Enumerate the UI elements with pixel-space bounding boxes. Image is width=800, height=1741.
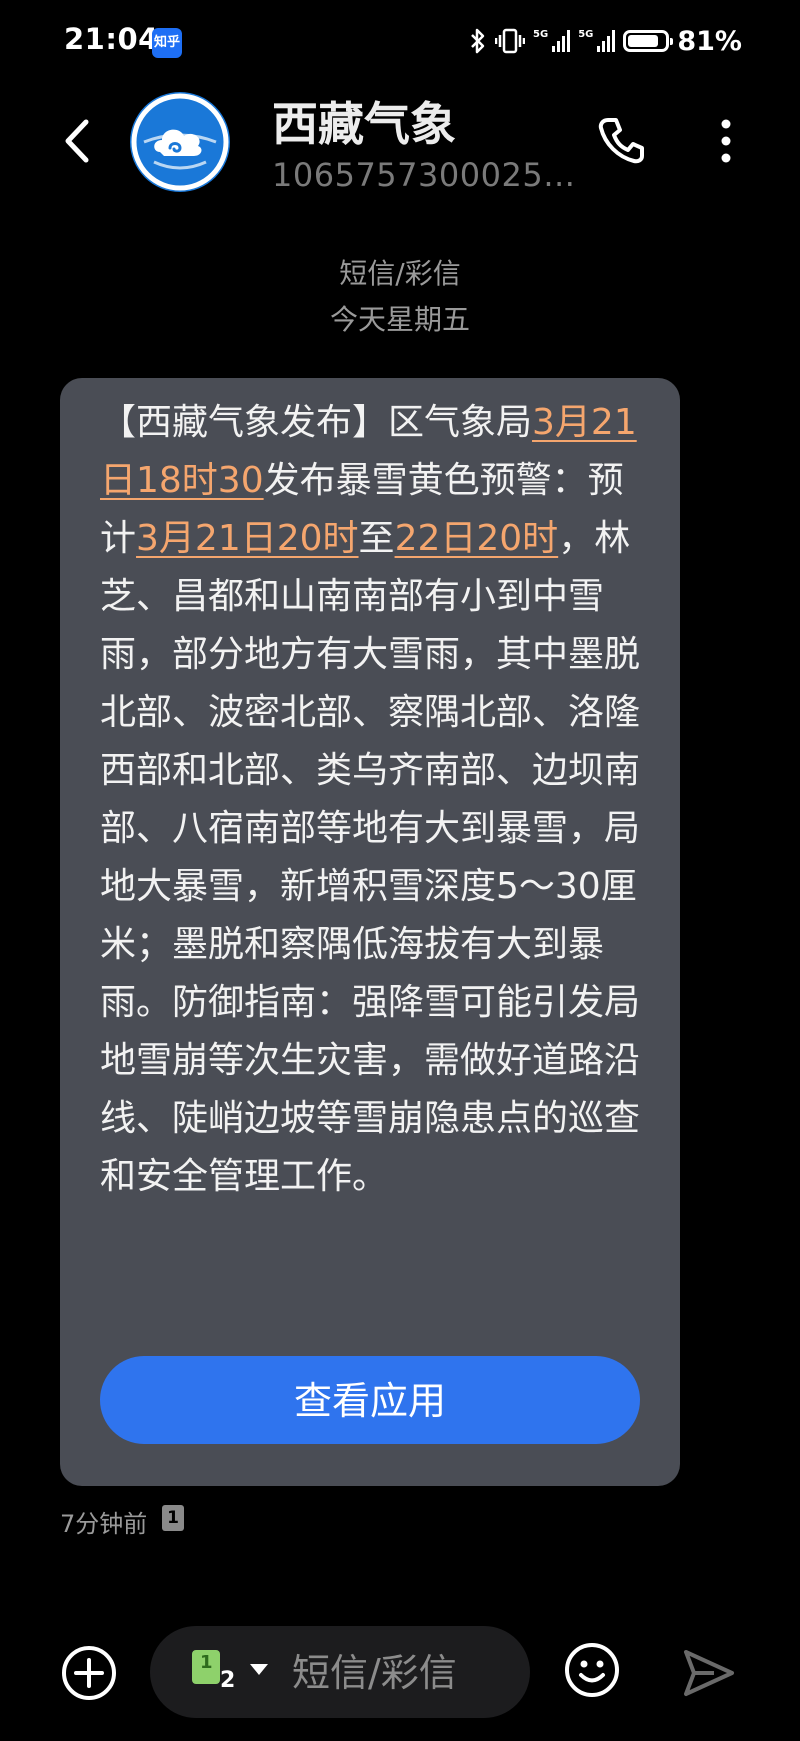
signal-sim1-icon: 5G [533,29,571,52]
back-arrow-icon[interactable] [52,114,106,168]
weather-logo-icon [131,93,229,191]
message-text-segment: 【西藏气象发布】区气象局 [100,402,533,443]
battery-icon [623,30,674,52]
bluetooth-icon [471,28,485,54]
battery-level [628,35,658,47]
date-link[interactable]: 22日20时 [395,518,559,559]
date-link[interactable]: 3月21日20时 [136,518,359,559]
composer-pill: 1 2 [150,1626,530,1718]
phone-icon[interactable] [594,114,648,168]
contact-number[interactable]: 1065757300025… [272,156,576,194]
avatar[interactable] [130,92,230,192]
battery-percent: 81% [677,25,742,57]
more-vertical-icon[interactable] [708,114,744,168]
sim-number-b: 2 [220,1668,236,1693]
conversation-header: 西藏气象 1065757300025… [0,84,800,214]
signal-sim1-label: 5G [533,29,549,40]
emoji-icon[interactable] [562,1640,622,1700]
message-text-segment: 至 [358,518,395,559]
message-text-segment: ，林芝、昌都和山南南部有小到中雪雨，部分地方有大雪雨，其中墨脱北部、波密北部、察… [100,518,641,1197]
vibrate-icon [495,28,526,54]
add-circle-icon[interactable] [60,1644,118,1702]
sim-card-indicator: 1 [162,1505,184,1531]
message-bubble[interactable]: 【西藏气象发布】区气象局3月21日18时30发布暴雪黄色预警：预计3月21日20… [60,378,680,1486]
date-separator: 今天星期五 [329,303,470,336]
status-time: 21:04 [64,22,159,56]
send-icon[interactable] [680,1644,738,1702]
message-timestamp: 7分钟前 [60,1510,148,1538]
signal-sim2-icon: 5G [578,29,616,52]
signal-sim2-label: 5G [578,29,594,40]
zhihu-notification-icon: 知乎 [152,28,182,58]
status-bar: 21:04 知乎 5G 5G 81% [0,0,800,84]
view-app-button[interactable]: 查看应用 [100,1356,640,1444]
sim-number-a: 1 [200,1652,213,1673]
contact-name[interactable]: 西藏气象 [272,88,456,154]
message-text: 【西藏气象发布】区气象局3月21日18时30发布暴雪黄色预警：预计3月21日20… [100,394,648,1206]
message-type-label: 短信/彩信 [339,257,461,290]
message-input[interactable] [290,1642,514,1704]
status-icons: 5G 5G 81% [469,24,742,58]
chevron-down-icon[interactable] [250,1664,268,1675]
